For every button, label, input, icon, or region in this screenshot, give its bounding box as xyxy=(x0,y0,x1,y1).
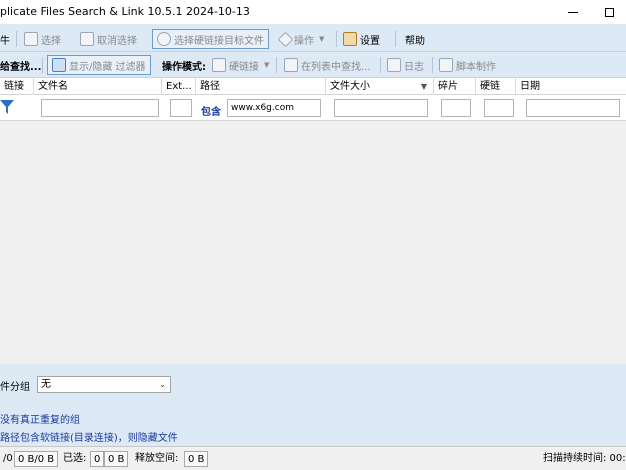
find-in-list-label: 在列表中查找... xyxy=(301,61,371,73)
select-button[interactable]: 选择 xyxy=(24,29,61,49)
column-header-link[interactable]: 链接 xyxy=(0,78,34,95)
path-filter-contains[interactable]: 包含 xyxy=(201,103,221,118)
sort-down-icon: ▼ xyxy=(420,82,427,91)
status-selected-count: 0 xyxy=(90,451,105,467)
file-group-label: 件分组 xyxy=(0,382,30,393)
status-selected-size: 0 B xyxy=(104,451,129,467)
settings-button[interactable]: 设置 xyxy=(343,29,380,49)
divider xyxy=(336,31,337,47)
column-header-filename[interactable]: 文件名 xyxy=(34,78,162,95)
select-hardlink-target-label: 选择硬链接目标文件 xyxy=(174,35,264,47)
status-bar: /0 0 B/0 B 已选: 0 0 B 释放空间: 0 B 扫描持续时间: 0… xyxy=(0,446,626,470)
window-title: plicate Files Search & Link 10.5.1 2024-… xyxy=(0,5,250,18)
help-label: 帮助 xyxy=(405,35,425,47)
file-group-select[interactable]: 无 ⌄ xyxy=(37,376,171,393)
column-header-ext[interactable]: Ext... xyxy=(162,78,196,95)
status-free-label: 释放空间: xyxy=(135,453,179,464)
log-label: 日志 xyxy=(404,61,424,73)
minimize-icon xyxy=(568,11,578,13)
file-group-selected-value: 无 xyxy=(41,379,51,390)
operation-mode-text: 操作模式: xyxy=(162,61,206,73)
date-filter-input[interactable] xyxy=(526,99,620,117)
list-search-icon xyxy=(284,58,298,72)
column-header-filesize[interactable]: 文件大小 ▼ xyxy=(326,78,434,95)
chevron-down-icon: ▼ xyxy=(264,61,270,69)
deselect-label: 取消选择 xyxy=(97,35,137,47)
path-filter-input[interactable]: www.x6g.com xyxy=(227,99,321,117)
ext-filter-input[interactable] xyxy=(170,99,192,117)
log-button[interactable]: 日志 xyxy=(387,55,424,75)
title-bar: plicate Files Search & Link 10.5.1 2024-… xyxy=(0,0,626,24)
filter-funnel-icon[interactable] xyxy=(0,99,14,115)
deselect-button[interactable]: 取消选择 xyxy=(80,29,137,49)
search-label: 给查找... xyxy=(0,61,42,73)
script-icon xyxy=(439,58,453,72)
filter-row: 包含 www.x6g.com xyxy=(0,95,626,121)
toolbar-item-file[interactable]: 牛 xyxy=(0,29,10,49)
script-button[interactable]: 脚本制作 xyxy=(439,55,496,75)
filename-filter-input[interactable] xyxy=(41,99,159,117)
info-message-symlink: 路径包含软链接(目录连接)，则隐藏文件 xyxy=(0,433,178,444)
fragments-filter-input[interactable] xyxy=(441,99,471,117)
divider xyxy=(380,57,381,73)
status-free-space: 0 B xyxy=(184,451,209,467)
status-scan-time: 扫描持续时间: 00: xyxy=(543,453,626,464)
settings-label: 设置 xyxy=(360,35,380,47)
operation-mode-label: 操作模式: xyxy=(162,55,206,75)
grid-header: 链接 文件名 Ext... 路径 文件大小 ▼ 碎片 硬链 日期 xyxy=(0,78,626,95)
select-label: 选择 xyxy=(41,35,61,47)
diamond-icon xyxy=(277,31,294,47)
toggle-filter-label: 显示/隐藏 过滤器 xyxy=(69,61,146,73)
status-size: 0 B/0 B xyxy=(14,451,59,467)
target-icon xyxy=(157,32,171,46)
column-header-path[interactable]: 路径 xyxy=(196,78,326,95)
status-selected-label: 已选: xyxy=(63,453,87,464)
divider xyxy=(16,31,17,47)
column-header-date[interactable]: 日期 xyxy=(516,78,626,95)
help-button[interactable]: 帮助 xyxy=(405,29,425,49)
column-header-filesize-label: 文件大小 xyxy=(330,81,370,92)
toolbar-item-file-label: 牛 xyxy=(0,35,10,47)
tools-icon xyxy=(343,32,357,46)
search-button[interactable]: 给查找... xyxy=(0,55,41,75)
minimize-button[interactable] xyxy=(556,0,590,24)
operate-menu[interactable]: 操作 ▼ xyxy=(277,29,325,49)
info-message-no-duplicates: 没有真正重复的组 xyxy=(0,415,80,426)
operate-label: 操作 xyxy=(294,35,314,47)
select-hardlink-target-button[interactable]: 选择硬链接目标文件 xyxy=(152,29,269,49)
column-header-hardlinks[interactable]: 硬链 xyxy=(476,78,516,95)
divider xyxy=(42,57,43,73)
document-icon xyxy=(387,58,401,72)
filter-icon xyxy=(52,58,66,72)
chevron-down-icon: ⌄ xyxy=(159,380,166,389)
filesize-filter-input[interactable] xyxy=(334,99,428,117)
maximize-button[interactable] xyxy=(592,0,626,24)
checkbox-icon xyxy=(24,32,38,46)
toggle-filter-button[interactable]: 显示/隐藏 过滤器 xyxy=(47,55,151,75)
hardlink-mode-menu[interactable]: 硬链接 ▼ xyxy=(212,55,269,75)
divider xyxy=(395,31,396,47)
hardlink-label: 硬链接 xyxy=(229,61,259,73)
script-label: 脚本制作 xyxy=(456,61,496,73)
chevron-down-icon: ▼ xyxy=(319,35,325,43)
divider xyxy=(432,57,433,73)
bottom-panel: 件分组 无 ⌄ 没有真正重复的组 路径包含软链接(目录连接)，则隐藏文件 xyxy=(0,364,626,446)
deselect-icon xyxy=(80,32,94,46)
results-grid: 链接 文件名 Ext... 路径 文件大小 ▼ 碎片 硬链 日期 包含 www.… xyxy=(0,78,626,441)
divider xyxy=(276,57,277,73)
main-toolbar: 牛 选择 取消选择 选择硬链接目标文件 操作 ▼ 设置 帮助 xyxy=(0,26,626,52)
hardlinks-filter-input[interactable] xyxy=(484,99,514,117)
maximize-icon xyxy=(604,7,614,17)
hardlink-icon xyxy=(212,58,226,72)
column-header-fragments[interactable]: 碎片 xyxy=(434,78,476,95)
find-in-list-button[interactable]: 在列表中查找... xyxy=(284,55,371,75)
secondary-toolbar: 给查找... 显示/隐藏 过滤器 操作模式: 硬链接 ▼ 在列表中查找... 日… xyxy=(0,52,626,78)
